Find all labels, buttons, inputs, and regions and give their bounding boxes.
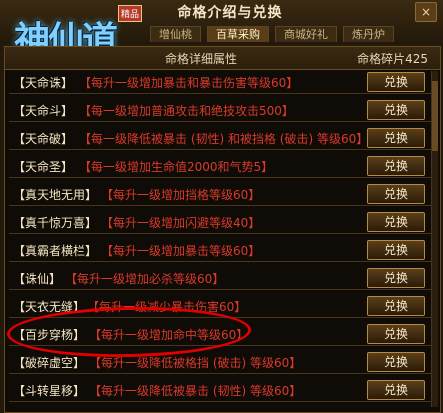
- fate-desc: 【每升一级增加必杀等级60】: [65, 272, 225, 286]
- fate-desc: 【每升一级增加暴击等级60】: [101, 244, 261, 258]
- fate-desc: 【每升一级增加暴击和暴击伤害等级60】: [79, 76, 299, 90]
- fate-name: 【天命诛】: [13, 76, 74, 90]
- fate-name: 【破碎虚空】: [13, 356, 86, 370]
- exchange-button[interactable]: 兑换: [367, 156, 425, 176]
- scrollbar-thumb[interactable]: [432, 81, 438, 151]
- fragments-count: 命格碎片425: [357, 52, 428, 66]
- tab-4[interactable]: 炼丹炉: [343, 26, 394, 42]
- exchange-button[interactable]: 兑换: [367, 128, 425, 148]
- exchange-button[interactable]: 兑换: [367, 268, 425, 288]
- fate-desc: 【每升一级降低被暴击 (韧性) 等级60】: [89, 384, 302, 398]
- exchange-button[interactable]: 兑换: [367, 72, 425, 92]
- tab-3[interactable]: 商城好礼: [275, 26, 337, 42]
- fate-name: 【真千惊万喜】: [13, 216, 98, 230]
- close-button[interactable]: ×: [415, 2, 437, 22]
- window-title: 命格介绍与兑换: [177, 5, 283, 21]
- scrollbar[interactable]: [431, 71, 438, 407]
- fate-name: 【诛仙】: [13, 272, 62, 286]
- fate-desc: 【每升一级增加挡格等级60】: [101, 188, 261, 202]
- fate-name: 【天命破】: [13, 132, 74, 146]
- list-item: 【天命诛】 【每升一级增加暴击和暴击伤害等级60】 兑换: [9, 71, 433, 94]
- list-item: 【斗转星移】 【每升一级降低被暴击 (韧性) 等级60】 兑换: [9, 379, 433, 402]
- panel-header: 命格详细属性 命格碎片425: [5, 47, 440, 70]
- exchange-button[interactable]: 兑换: [367, 100, 425, 120]
- fate-name: 【真天地无用】: [13, 188, 98, 202]
- fate-desc: 【每一级增加普通攻击和绝技攻击500】: [79, 104, 294, 118]
- fate-name: 【天命圣】: [13, 160, 74, 174]
- tab-1[interactable]: 增仙桃: [150, 26, 201, 42]
- list-item: 【真天地无用】 【每升一级增加挡格等级60】 兑换: [9, 183, 433, 206]
- fate-name: 【天命斗】: [13, 104, 74, 118]
- fate-desc: 【每一级降低被暴击 (韧性) 和被挡格 (破击) 等级60】: [79, 132, 369, 146]
- fate-name: 【斗转星移】: [13, 384, 86, 398]
- exchange-button[interactable]: 兑换: [367, 212, 425, 232]
- exchange-button[interactable]: 兑换: [367, 296, 425, 316]
- logo-badge: 精品: [118, 5, 143, 22]
- fate-desc: 【每升一级增加闪避等级40】: [101, 216, 261, 230]
- app-window: 命格介绍与兑换 × 增仙桃 百草采购 商城好礼 炼丹炉 神仙道 精品 命格详细属…: [0, 0, 443, 413]
- exchange-button[interactable]: 兑换: [367, 380, 425, 400]
- list-item: 【真千惊万喜】 【每升一级增加闪避等级40】 兑换: [9, 211, 433, 234]
- detail-attributes-label: 命格详细属性: [165, 52, 238, 66]
- fate-panel: 命格详细属性 命格碎片425 【天命诛】 【每升一级增加暴击和暴击伤害等级60】…: [4, 46, 441, 413]
- list-item: 【天命破】 【每一级降低被暴击 (韧性) 和被挡格 (破击) 等级60】 兑换: [9, 127, 433, 150]
- list-item: 【天命圣】 【每一级增加生命值2000和气势5】 兑换: [9, 155, 433, 178]
- exchange-button[interactable]: 兑换: [367, 324, 425, 344]
- list-item: 【真霸者横栏】 【每升一级增加暴击等级60】 兑换: [9, 239, 433, 262]
- exchange-button[interactable]: 兑换: [367, 352, 425, 372]
- list-item: 【天命斗】 【每一级增加普通攻击和绝技攻击500】 兑换: [9, 99, 433, 122]
- list-item: 【诛仙】 【每升一级增加必杀等级60】 兑换: [9, 267, 433, 290]
- tab-strip: 增仙桃 百草采购 商城好礼 炼丹炉: [150, 26, 443, 42]
- exchange-button[interactable]: 兑换: [367, 184, 425, 204]
- fate-name: 【真霸者横栏】: [13, 244, 98, 258]
- fate-desc: 【每一级增加生命值2000和气势5】: [79, 160, 274, 174]
- exchange-button[interactable]: 兑换: [367, 240, 425, 260]
- tab-2[interactable]: 百草采购: [207, 26, 269, 42]
